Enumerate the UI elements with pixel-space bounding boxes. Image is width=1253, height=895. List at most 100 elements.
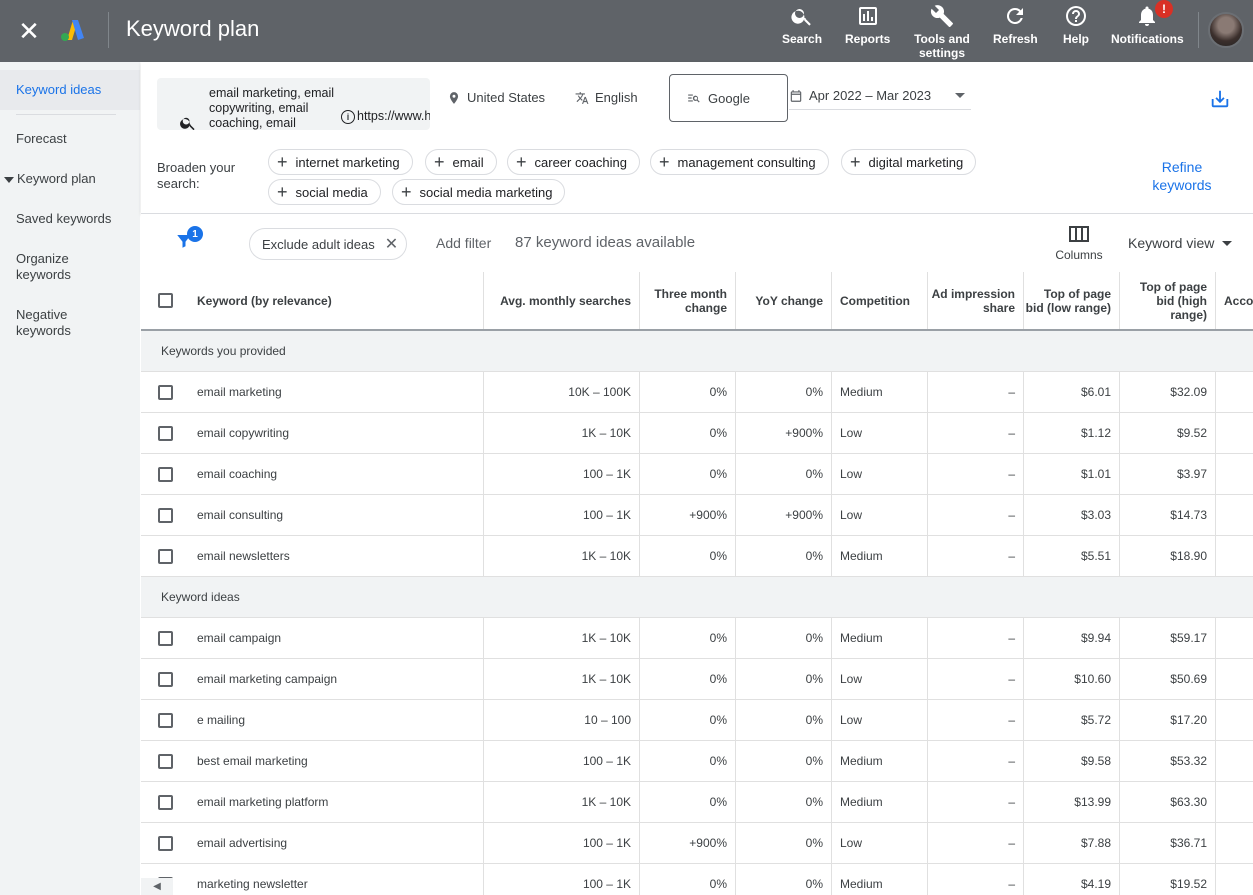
reports-button[interactable]: Reports xyxy=(845,4,890,46)
row-checkbox[interactable] xyxy=(157,466,173,482)
refresh-button[interactable]: Refresh xyxy=(993,4,1038,46)
ideas-count: 87 keyword ideas available xyxy=(515,234,696,251)
chip-label: social media marketing xyxy=(419,184,553,200)
broaden-chip[interactable]: + digital marketing xyxy=(841,149,977,175)
sidebar-item-keyword-ideas[interactable]: Keyword ideas xyxy=(0,70,140,110)
row-checkbox[interactable] xyxy=(157,671,173,687)
table-row[interactable]: email marketing campaign 1K – 10K 0% 0% Low –… xyxy=(141,659,1253,700)
broaden-chip[interactable]: + email xyxy=(425,149,497,175)
cell-avg-monthly-searches: 100 – 1K xyxy=(484,864,640,895)
cell-top-bid-high: $63.30 xyxy=(1120,782,1216,822)
cell-keyword: email campaign xyxy=(189,618,484,658)
avatar[interactable] xyxy=(1208,12,1244,48)
header-account-status[interactable]: Account status xyxy=(1216,272,1253,329)
row-checkbox[interactable] xyxy=(157,384,173,400)
filter-chip-label: Exclude adult ideas xyxy=(262,236,375,252)
cell-yoy-change: +900% xyxy=(736,495,832,535)
notifications-button[interactable]: Notifications ! xyxy=(1111,0,1184,46)
exclude-adult-ideas-chip[interactable]: Exclude adult ideas ✕ xyxy=(249,228,408,260)
table-row[interactable]: email marketing 10K – 100K 0% 0% Medium – $6.0… xyxy=(141,372,1253,413)
add-filter-button[interactable]: Add filter xyxy=(436,235,491,251)
cell-competition: Low xyxy=(832,700,928,740)
chip-label: email xyxy=(452,154,484,170)
table-row[interactable]: email consulting 100 – 1K +900% +900% Low – $3… xyxy=(141,495,1253,536)
scroll-left-button[interactable]: ◀ xyxy=(141,878,173,895)
header-competition[interactable]: Competition xyxy=(832,272,928,329)
row-checkbox[interactable] xyxy=(157,835,173,851)
table-row[interactable]: email advertising 100 – 1K +900% 0% Low – $7.8… xyxy=(141,823,1253,864)
search-icon xyxy=(180,117,195,130)
search-button[interactable]: Search xyxy=(782,4,822,46)
sidebar-item-forecast[interactable]: Forecast xyxy=(0,131,140,147)
header-keyword[interactable]: Keyword (by relevance) xyxy=(189,272,484,329)
cell-account-status xyxy=(1216,782,1253,822)
header-avg-monthly-searches[interactable]: Avg. monthly searches xyxy=(484,272,640,329)
close-icon[interactable]: ✕ xyxy=(385,234,398,254)
keyword-view-selector[interactable]: Keyword view xyxy=(1128,235,1233,251)
cell-competition: Medium xyxy=(832,372,928,412)
row-checkbox[interactable] xyxy=(157,425,173,441)
table-row[interactable]: email newsletters 1K – 10K 0% 0% Medium – $5.5… xyxy=(141,536,1253,577)
sidebar-item-keyword-plan[interactable]: Keyword plan xyxy=(0,171,140,187)
cell-top-bid-low: $9.58 xyxy=(1024,741,1120,781)
select-all-checkbox[interactable] xyxy=(157,293,173,308)
info-icon[interactable]: i xyxy=(341,110,355,124)
date-range-selector[interactable]: Apr 2022 – Mar 2023 xyxy=(789,82,971,110)
sidebar-item-label: Forecast xyxy=(16,131,67,146)
download-icon[interactable] xyxy=(1209,88,1231,110)
sidebar-item-organize-keywords[interactable]: Organize keywords xyxy=(0,251,100,283)
header-top-bid-high[interactable]: Top of page bid (high range) xyxy=(1120,272,1216,329)
refine-keywords-button[interactable]: Refine keywords xyxy=(1145,158,1219,194)
reports-label: Reports xyxy=(845,32,891,46)
help-button[interactable]: Help xyxy=(1063,4,1089,46)
row-checkbox[interactable] xyxy=(157,794,173,810)
row-select-cell xyxy=(141,782,189,822)
search-list-icon xyxy=(688,94,700,103)
location-label: United States xyxy=(467,90,546,105)
cell-keyword: email coaching xyxy=(189,454,484,494)
tools-settings-button[interactable]: Tools and settings xyxy=(912,4,972,60)
row-checkbox[interactable] xyxy=(157,507,173,523)
header-top-bid-low[interactable]: Top of page bid (low range) xyxy=(1024,272,1120,329)
table-row[interactable]: email coaching 100 – 1K 0% 0% Low – $1.01 $3.97 xyxy=(141,454,1253,495)
location-pin-icon xyxy=(449,91,459,104)
table-row[interactable]: email marketing platform 1K – 10K 0% 0% Medi… xyxy=(141,782,1253,823)
table-row[interactable]: marketing newsletter 100 – 1K 0% 0% Medium – $… xyxy=(141,864,1253,895)
cell-top-bid-low: $6.01 xyxy=(1024,372,1120,412)
header-yoy-change[interactable]: YoY change xyxy=(736,272,832,329)
broaden-chip[interactable]: + social media marketing xyxy=(392,179,566,205)
row-checkbox[interactable] xyxy=(157,753,173,769)
cell-top-bid-low: $7.88 xyxy=(1024,823,1120,863)
sidebar-item-saved-keywords[interactable]: Saved keywords xyxy=(0,211,140,227)
table-row[interactable]: e mailing 10 – 100 0% 0% Low – $5.72 $17.20 xyxy=(141,700,1253,741)
row-checkbox[interactable] xyxy=(157,712,173,728)
table-row[interactable]: email copywriting 1K – 10K 0% +900% Low – $1.1… xyxy=(141,413,1253,454)
language-selector[interactable]: English xyxy=(575,90,638,105)
broaden-chip[interactable]: + internet marketing xyxy=(268,149,413,175)
header-three-month-change[interactable]: Three month change xyxy=(640,272,736,329)
close-icon[interactable]: ✕ xyxy=(16,16,42,46)
cell-top-bid-high: $59.17 xyxy=(1120,618,1216,658)
table-row[interactable]: email campaign 1K – 10K 0% 0% Medium – $9.94 $5… xyxy=(141,618,1253,659)
header-ad-impression-share[interactable]: Ad impression share xyxy=(928,272,1024,329)
row-select-cell xyxy=(141,741,189,781)
sidebar-item-negative-keywords[interactable]: Negative keywords xyxy=(0,307,100,339)
broaden-chip[interactable]: + career coaching xyxy=(507,149,641,175)
cell-top-bid-high: $32.09 xyxy=(1120,372,1216,412)
row-select-cell xyxy=(141,372,189,412)
cell-avg-monthly-searches: 1K – 10K xyxy=(484,536,640,576)
columns-button[interactable]: Columns xyxy=(1053,224,1105,262)
location-selector[interactable]: United States xyxy=(447,90,545,105)
sidebar-item-label: Keyword ideas xyxy=(16,82,102,97)
network-selector[interactable]: Google xyxy=(669,74,788,122)
broaden-chip[interactable]: + management consulting xyxy=(650,149,829,175)
date-range-label: Apr 2022 – Mar 2023 xyxy=(809,88,932,103)
caret-down-icon xyxy=(1222,240,1233,246)
row-checkbox[interactable] xyxy=(157,630,173,646)
broaden-chip[interactable]: + social media xyxy=(268,179,381,205)
keyword-table: Keyword (by relevance) Avg. monthly sear… xyxy=(141,272,1253,895)
row-checkbox[interactable] xyxy=(157,548,173,564)
keyword-search-input[interactable]: email marketing, email copywriting, emai… xyxy=(157,78,430,130)
table-row[interactable]: best email marketing 100 – 1K 0% 0% Medium – $… xyxy=(141,741,1253,782)
cell-account-status xyxy=(1216,413,1253,453)
